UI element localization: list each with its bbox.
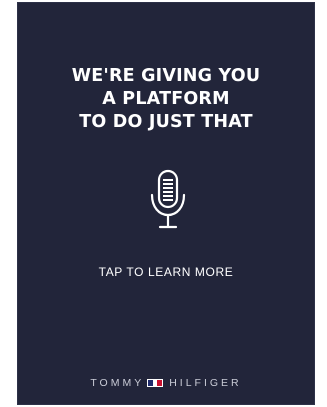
headline-line-1: WE'RE GIVING YOU — [71, 66, 261, 86]
flag-navy-block — [148, 380, 154, 386]
headline-line-2: A PLATFORM — [102, 89, 230, 109]
brand-logo: TOMMY HILFIGER — [18, 377, 314, 389]
headline-line-3: TO DO JUST THAT — [79, 112, 253, 132]
ad-panel[interactable]: WE'RE GIVING YOU A PLATFORM TO DO JUST T… — [17, 2, 315, 405]
microphone-icon — [150, 169, 186, 229]
flag-red-block — [157, 380, 163, 386]
headline: WE'RE GIVING YOU A PLATFORM TO DO JUST T… — [18, 65, 314, 134]
brand-right-word: HILFIGER — [169, 377, 242, 389]
tap-to-learn-more-link[interactable]: TAP TO LEARN MORE — [18, 265, 314, 279]
tommy-hilfiger-flag-icon — [147, 379, 164, 387]
brand-left-word: TOMMY — [90, 377, 145, 389]
